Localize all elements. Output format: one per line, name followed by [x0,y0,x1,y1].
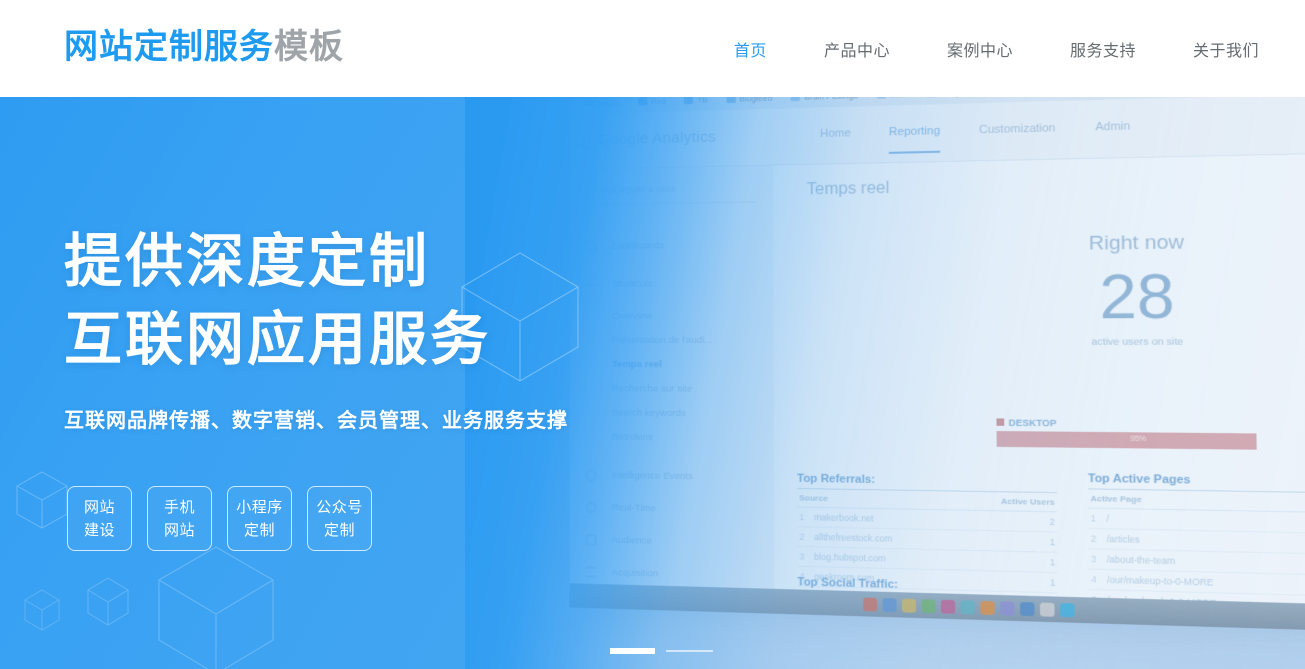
service-tag-website-build[interactable]: 网站 建设 [67,486,132,551]
carousel-indicator-2[interactable] [666,650,713,652]
service-tag-official-account[interactable]: 公众号 定制 [307,486,372,551]
hero-title-line-1: 提供深度定制 [64,229,431,294]
logo-primary-text: 网站定制服务 [64,28,274,66]
hero-subtitle: 互联网品牌传播、数字营销、会员管理、业务服务支撑 [64,410,568,432]
page-root: 网站定制服务模板 首页 产品中心 案例中心 服务支持 关于我们 Nsgso Re… [0,0,1305,669]
hero-banner: Nsgso Red TB Blogfeed Brain Pickings Lar… [0,97,1305,669]
carousel-indicator-1[interactable] [610,648,655,654]
main-navigation: 首页 产品中心 案例中心 服务支持 关于我们 [734,0,1259,97]
logo-secondary-text: 模板 [274,28,344,66]
hero-service-tags: 网站 建设 手机 网站 小程序 定制 公众号 定制 [67,486,372,551]
nav-item-about[interactable]: 关于我们 [1193,37,1259,61]
site-logo[interactable]: 网站定制服务模板 [64,18,344,76]
carousel-indicators [610,648,713,654]
nav-item-support[interactable]: 服务支持 [1070,37,1136,61]
nav-item-products[interactable]: 产品中心 [824,37,890,61]
nav-item-cases[interactable]: 案例中心 [947,37,1013,61]
nav-item-home[interactable]: 首页 [734,37,767,61]
service-tag-mobile-site[interactable]: 手机 网站 [147,486,212,551]
hero-title-line-2: 互联网应用服务 [64,307,492,372]
service-tag-miniprogram[interactable]: 小程序 定制 [227,486,292,551]
site-header: 网站定制服务模板 首页 产品中心 案例中心 服务支持 关于我们 [0,0,1305,97]
hero-content: 提供深度定制 互联网应用服务 互联网品牌传播、数字营销、会员管理、业务服务支撑 … [0,97,1305,669]
hero-title: 提供深度定制 互联网应用服务 [64,223,684,379]
